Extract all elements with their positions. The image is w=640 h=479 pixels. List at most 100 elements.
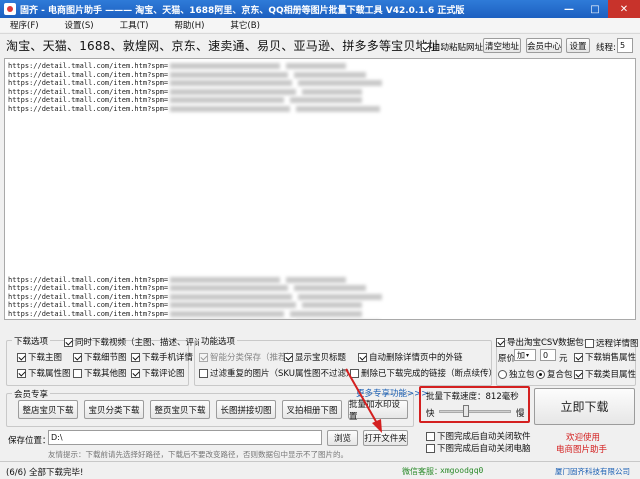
- redacted-url-part: [298, 293, 383, 300]
- menu-tools[interactable]: 工具(T): [120, 19, 149, 31]
- redacted-url-part: [170, 293, 293, 300]
- url-textarea[interactable]: https://detail.tmall.com/item.htm?spm= ht…: [4, 58, 636, 320]
- menu-program[interactable]: 程序(F): [10, 19, 39, 31]
- auto-shutdown-checkbox[interactable]: 下图完成后自动关闭电脑: [426, 442, 531, 454]
- price-value: 0: [543, 350, 549, 360]
- radio-circle[interactable]: [498, 369, 507, 379]
- save-path-input[interactable]: D:\: [48, 430, 322, 445]
- redacted-url-part: [170, 88, 297, 95]
- label: 下载其他图: [84, 369, 127, 379]
- download-options-title: 下载选项: [12, 335, 51, 347]
- menu-help[interactable]: 帮助(H): [174, 19, 204, 31]
- checkbox-box[interactable]: [131, 352, 140, 362]
- remove-external-links-checkbox[interactable]: 自动删除详情页中的外链: [358, 351, 463, 363]
- price-label: 原价: [498, 354, 516, 364]
- close-button[interactable]: ✕: [608, 0, 640, 18]
- redacted-url-part: [170, 71, 289, 78]
- price-input[interactable]: 0: [540, 349, 556, 361]
- company-link[interactable]: 厦门固齐科技有限公司: [555, 466, 630, 477]
- threads-label: 线程:: [596, 43, 616, 53]
- threads-spinner[interactable]: 5: [617, 38, 633, 53]
- checkbox-box[interactable]: [17, 368, 26, 378]
- long-image-splice-button[interactable]: 长图拼接切图: [216, 400, 276, 419]
- download-video-checkbox[interactable]: 同时下载视频（主图、描述、评论）: [64, 336, 211, 348]
- price-operator-select[interactable]: 加 ▾: [514, 349, 536, 361]
- checkbox-box[interactable]: [284, 352, 293, 362]
- remote-detail-checkbox[interactable]: 远程详情图: [585, 337, 639, 349]
- standalone-radio[interactable]: 独立包: [498, 368, 535, 380]
- album-download-button[interactable]: 叉拍相册下图: [282, 400, 342, 419]
- label: 独立包: [509, 370, 535, 380]
- url-line: https://detail.tmall.com/item.htm?spm=: [8, 71, 632, 80]
- download-mobile-detail-checkbox[interactable]: 下载手机详情: [131, 351, 193, 363]
- show-title-checkbox[interactable]: 显示宝贝标题: [284, 351, 346, 363]
- export-csv-checkbox[interactable]: 导出淘宝CSV数据包: [496, 336, 584, 348]
- checkbox-box[interactable]: [426, 443, 435, 453]
- whole-page-download-button[interactable]: 整页宝贝下载: [150, 400, 210, 419]
- maximize-button[interactable]: □: [582, 0, 608, 18]
- auto-close-software-checkbox[interactable]: 下图完成后自动关闭软件: [426, 430, 531, 442]
- download-main-image-checkbox[interactable]: 下载主图: [17, 351, 62, 363]
- speed-panel: 批量下载速度：812毫秒 快 慢: [419, 386, 530, 423]
- url-line: https://detail.tmall.com/item.htm?spm=: [8, 62, 632, 71]
- speed-value: 812毫秒: [485, 392, 519, 402]
- status-text: (6/6) 全部下载完毕!: [6, 468, 84, 478]
- download-detail-image-checkbox[interactable]: 下载细节图: [73, 351, 127, 363]
- redacted-url-part: [298, 80, 383, 87]
- label: 下图完成后自动关闭软件: [437, 432, 531, 442]
- download-attr-image-checkbox[interactable]: 下载属性图: [17, 367, 71, 379]
- checkbox-box[interactable]: [73, 352, 82, 362]
- menu-other[interactable]: 其它(B): [230, 19, 259, 31]
- category-download-button[interactable]: 宝贝分类下载: [84, 400, 144, 419]
- redacted-url-part: [170, 63, 281, 69]
- redacted-url-part: [302, 88, 363, 95]
- checkbox-box[interactable]: [421, 42, 430, 52]
- smart-category-checkbox[interactable]: 智能分类保存（推荐）: [199, 351, 295, 363]
- chevron-down-icon: ▾: [526, 351, 530, 359]
- checkbox-box[interactable]: [131, 368, 140, 378]
- checkbox-box[interactable]: [585, 338, 594, 348]
- label: 下载细节图: [84, 353, 127, 363]
- whole-shop-download-button[interactable]: 整店宝贝下载: [18, 400, 78, 419]
- download-review-image-checkbox[interactable]: 下载评论图: [131, 367, 185, 379]
- wechat-id: xmgoodgq0: [440, 466, 484, 475]
- minimize-button[interactable]: —: [556, 0, 582, 18]
- url-line: https://detail.tmall.com/item.htm?spm=: [8, 293, 632, 302]
- redacted-url-part: [286, 276, 347, 283]
- label: 下载主图: [28, 353, 63, 363]
- checkbox-box[interactable]: [199, 368, 208, 378]
- speed-slider-thumb[interactable]: [463, 405, 470, 417]
- radio-circle[interactable]: [536, 369, 545, 379]
- download-now-button[interactable]: 立即下载: [534, 388, 635, 425]
- auto-paste-checkbox[interactable]: 自动粘贴网址: [421, 41, 483, 53]
- speed-label-text: 批量下载速度：: [426, 392, 486, 402]
- checkbox-box[interactable]: [574, 369, 583, 379]
- checkbox-box[interactable]: [17, 352, 26, 362]
- label: 下载评论图: [142, 369, 185, 379]
- sales-attr-checkbox[interactable]: 下载销售属性: [574, 351, 636, 363]
- member-center-button[interactable]: 会员中心: [526, 38, 562, 53]
- fast-label: 快: [426, 409, 435, 419]
- redacted-url-part: [290, 310, 363, 317]
- checkbox-box[interactable]: [426, 431, 435, 441]
- app-icon: [4, 3, 16, 15]
- checkbox-box[interactable]: [496, 337, 505, 347]
- redacted-url-part: [296, 105, 381, 112]
- checkbox-box[interactable]: [73, 368, 82, 378]
- combined-radio[interactable]: 复合包: [536, 368, 573, 380]
- redacted-url-part: [170, 105, 291, 112]
- clear-address-button[interactable]: 清空地址: [483, 38, 521, 53]
- category-attr-checkbox[interactable]: 下载类目属性: [574, 368, 636, 380]
- speed-label: 批量下载速度：812毫秒: [426, 390, 519, 402]
- checkbox-box[interactable]: [358, 352, 367, 362]
- menu-settings[interactable]: 设置(S): [65, 19, 94, 31]
- checkbox-box[interactable]: [64, 337, 73, 347]
- checkbox-box[interactable]: [199, 352, 208, 362]
- annotation-arrow-icon: [345, 368, 382, 433]
- auto-paste-label: 自动粘贴网址: [432, 43, 484, 53]
- filter-duplicate-checkbox[interactable]: 过滤重复的图片（SKU属性图不过滤）: [199, 367, 354, 379]
- speed-slider-track[interactable]: [439, 405, 511, 417]
- checkbox-box[interactable]: [574, 352, 583, 362]
- download-other-image-checkbox[interactable]: 下载其他图: [73, 367, 127, 379]
- settings-button[interactable]: 设置: [566, 38, 590, 53]
